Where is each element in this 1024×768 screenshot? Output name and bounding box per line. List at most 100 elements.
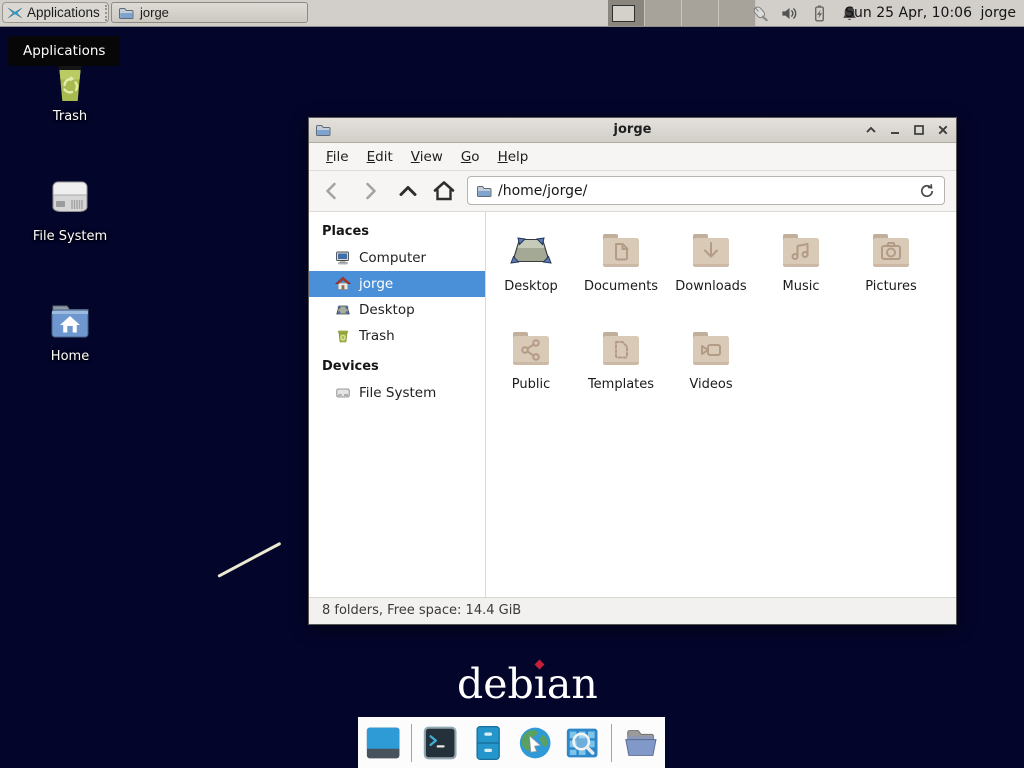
folder-item-downloads[interactable]: Downloads [666,226,756,324]
folder-icon [118,5,134,21]
home-icon [335,276,351,292]
menu-file[interactable]: File [317,146,358,168]
applications-tooltip: Applications [8,36,120,66]
desktop-icon-label: File System [18,229,122,244]
menu-view[interactable]: View [402,146,452,168]
menu-go[interactable]: Go [452,146,489,168]
desktop-icon [507,226,555,274]
clock[interactable]: Sun 25 Apr, 10:06 [845,0,972,26]
menu-edit[interactable]: Edit [358,146,402,168]
dock-application-finder-button[interactable] [563,723,601,763]
workspace-window-preview [612,5,635,22]
sidebar-item-label: Computer [359,250,426,266]
sidebar-item-label: jorge [359,276,393,292]
applications-menu-label: Applications [27,5,100,20]
menu-help[interactable]: Help [489,146,538,168]
folder-item-documents[interactable]: Documents [576,226,666,324]
shade-button[interactable] [863,122,879,138]
desktop-icon-home[interactable]: Home [18,297,122,364]
folder-share-icon [507,324,555,372]
folder-video-icon [687,324,735,372]
file-manager-window: jorge FileEditViewGoHelp /home/jorge/ Pl… [308,117,957,625]
workspace-1[interactable] [608,0,645,26]
reload-button[interactable] [918,182,936,200]
dock-terminal-button[interactable] [421,723,459,763]
folder-download-icon [687,226,735,274]
folder-item-public[interactable]: Public [486,324,576,422]
desktop-icon-file-system[interactable]: File System [18,177,122,244]
places-header: Places [309,218,485,245]
folder-item-music[interactable]: Music [756,226,846,324]
panel-grip[interactable] [105,5,109,21]
debian-logo-i: ı [534,660,547,708]
sidebar-item-label: File System [359,385,436,401]
debian-logo: debıan [457,660,598,708]
dock-web-browser-button[interactable] [516,723,554,763]
folder-item-label: Templates [576,377,666,392]
up-button[interactable] [395,179,421,203]
home-button[interactable] [431,179,457,203]
folder-music-icon [777,226,825,274]
taskbar-window-label: jorge [140,5,169,20]
titlebar[interactable]: jorge [309,118,956,143]
sidebar-item-computer[interactable]: Computer [309,245,485,271]
close-button[interactable] [935,122,951,138]
location-folder-icon [476,183,492,199]
desktop-icon-label: Home [18,349,122,364]
maximize-button[interactable] [911,122,927,138]
desktop-icon-label: Trash [18,109,122,124]
desktop-icon-trash[interactable]: Trash [18,57,122,124]
dock-separator [411,724,412,762]
applications-menu-button[interactable]: Applications [2,2,109,23]
sidebar-item-trash[interactable]: Trash [309,323,485,349]
sidebar-item-jorge[interactable]: jorge [309,271,485,297]
location-path[interactable]: /home/jorge/ [498,183,912,199]
devices-header: Devices [309,353,485,380]
top-panel: Applications jorge Sun 25 Apr, 10:06 jor… [0,0,1024,27]
window-controls [863,118,951,142]
folder-item-videos[interactable]: Videos [666,324,756,422]
drive-icon [335,385,351,401]
location-bar[interactable]: /home/jorge/ [467,176,945,205]
folder-item-label: Desktop [486,279,576,294]
folder-item-desktop[interactable]: Desktop [486,226,576,324]
home48-icon [46,297,94,345]
sidebar-item-label: Trash [359,328,395,344]
drive48-icon [46,177,94,225]
back-button[interactable] [319,179,345,203]
desktop-icon [335,302,351,318]
user-menu[interactable]: jorge [981,0,1016,26]
forward-button[interactable] [357,179,383,203]
dock-show-desktop-button[interactable] [364,723,402,763]
folder-item-label: Music [756,279,846,294]
dock-separator [611,724,612,762]
workspace-switcher[interactable] [608,0,756,26]
folder-item-label: Documents [576,279,666,294]
folder-item-pictures[interactable]: Pictures [846,226,936,324]
toolbar: /home/jorge/ [309,171,956,212]
dock-file-cabinet-button[interactable] [469,723,507,763]
mouse-device-icon[interactable] [750,4,769,23]
debian-logo-dot [535,660,545,670]
volume-icon[interactable] [780,4,799,23]
places-sidebar: Places Computer jorge Desktop Trash Devices… [309,212,486,597]
system-tray [750,3,859,23]
folder-view: Desktop Documents Downloads Music Pictur… [486,212,956,597]
battery-icon[interactable] [810,4,829,23]
taskbar-window-button[interactable]: jorge [111,2,308,23]
folder-template-icon [597,324,645,372]
sidebar-item-desktop[interactable]: Desktop [309,297,485,323]
computer-icon [335,250,351,266]
trash-icon [335,328,351,344]
menubar: FileEditViewGoHelp [309,143,956,171]
workspace-2[interactable] [645,0,682,26]
workspace-3[interactable] [682,0,719,26]
xfce-logo-icon [7,5,23,21]
sidebar-item-file-system[interactable]: File System [309,380,485,406]
folder-item-label: Downloads [666,279,756,294]
minimize-button[interactable] [887,122,903,138]
dock-folder-button[interactable] [621,723,659,763]
dock [358,717,665,768]
folder-item-templates[interactable]: Templates [576,324,666,422]
desktop-line-artifact [217,542,281,578]
